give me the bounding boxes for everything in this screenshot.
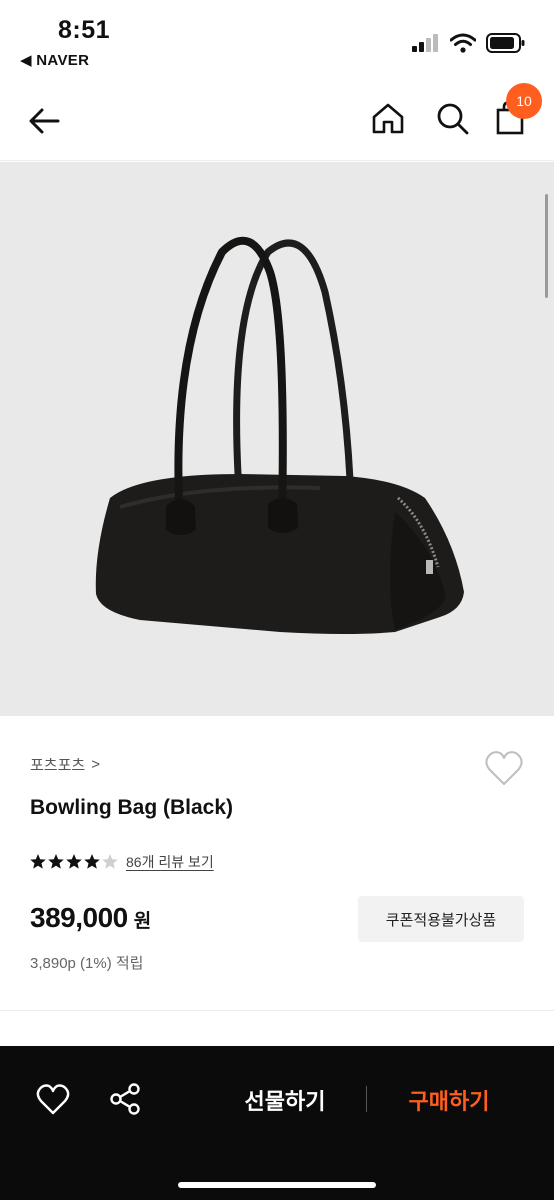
- search-icon[interactable]: [432, 98, 472, 138]
- brand-name: 포츠포츠: [30, 757, 86, 774]
- bowling-bag-illustration: [95, 236, 465, 634]
- button-separator: [366, 1086, 367, 1112]
- product-title: Bowling Bag (Black): [30, 796, 234, 819]
- reward-points: 3,890p (1%) 적립: [30, 955, 144, 972]
- gift-button[interactable]: 선물하기: [222, 1080, 348, 1120]
- share-icon[interactable]: [106, 1080, 144, 1118]
- star-rating-icons: [30, 854, 118, 869]
- wishlist-heart-icon[interactable]: [482, 746, 526, 790]
- status-bar: 8:51 ◀ NAVER: [0, 0, 554, 80]
- buy-button[interactable]: 구매하기: [386, 1080, 512, 1120]
- cart-count-badge: 10: [506, 83, 542, 119]
- home-indicator[interactable]: [178, 1182, 376, 1188]
- top-nav-bar: 10: [0, 80, 554, 161]
- status-icons: [412, 33, 526, 53]
- back-to-app-link[interactable]: ◀ NAVER: [20, 51, 89, 69]
- brand-link[interactable]: 포츠포츠 >: [30, 754, 100, 775]
- section-divider: [0, 1010, 554, 1011]
- home-icon[interactable]: [368, 98, 408, 138]
- price-unit: 원: [133, 911, 152, 932]
- battery-icon: [486, 33, 525, 53]
- heart-icon[interactable]: [34, 1080, 72, 1118]
- signal-icon: [412, 34, 438, 52]
- review-link[interactable]: 86개 리뷰 보기: [126, 852, 214, 872]
- price-amount: 389,000: [30, 902, 128, 933]
- price: 389,000 원: [30, 902, 151, 934]
- chevron-right-icon: >: [91, 756, 100, 773]
- back-arrow-icon[interactable]: [24, 100, 66, 142]
- wifi-icon: [450, 33, 476, 53]
- status-time: 8:51: [58, 16, 111, 44]
- rating-row: 86개 리뷰 보기: [30, 852, 214, 872]
- product-image[interactable]: [0, 162, 554, 716]
- coupon-not-applicable-button[interactable]: 쿠폰적용불가상품: [358, 896, 524, 942]
- image-scroll-indicator: [545, 194, 548, 298]
- bottom-action-bar: 선물하기 구매하기: [0, 1046, 554, 1200]
